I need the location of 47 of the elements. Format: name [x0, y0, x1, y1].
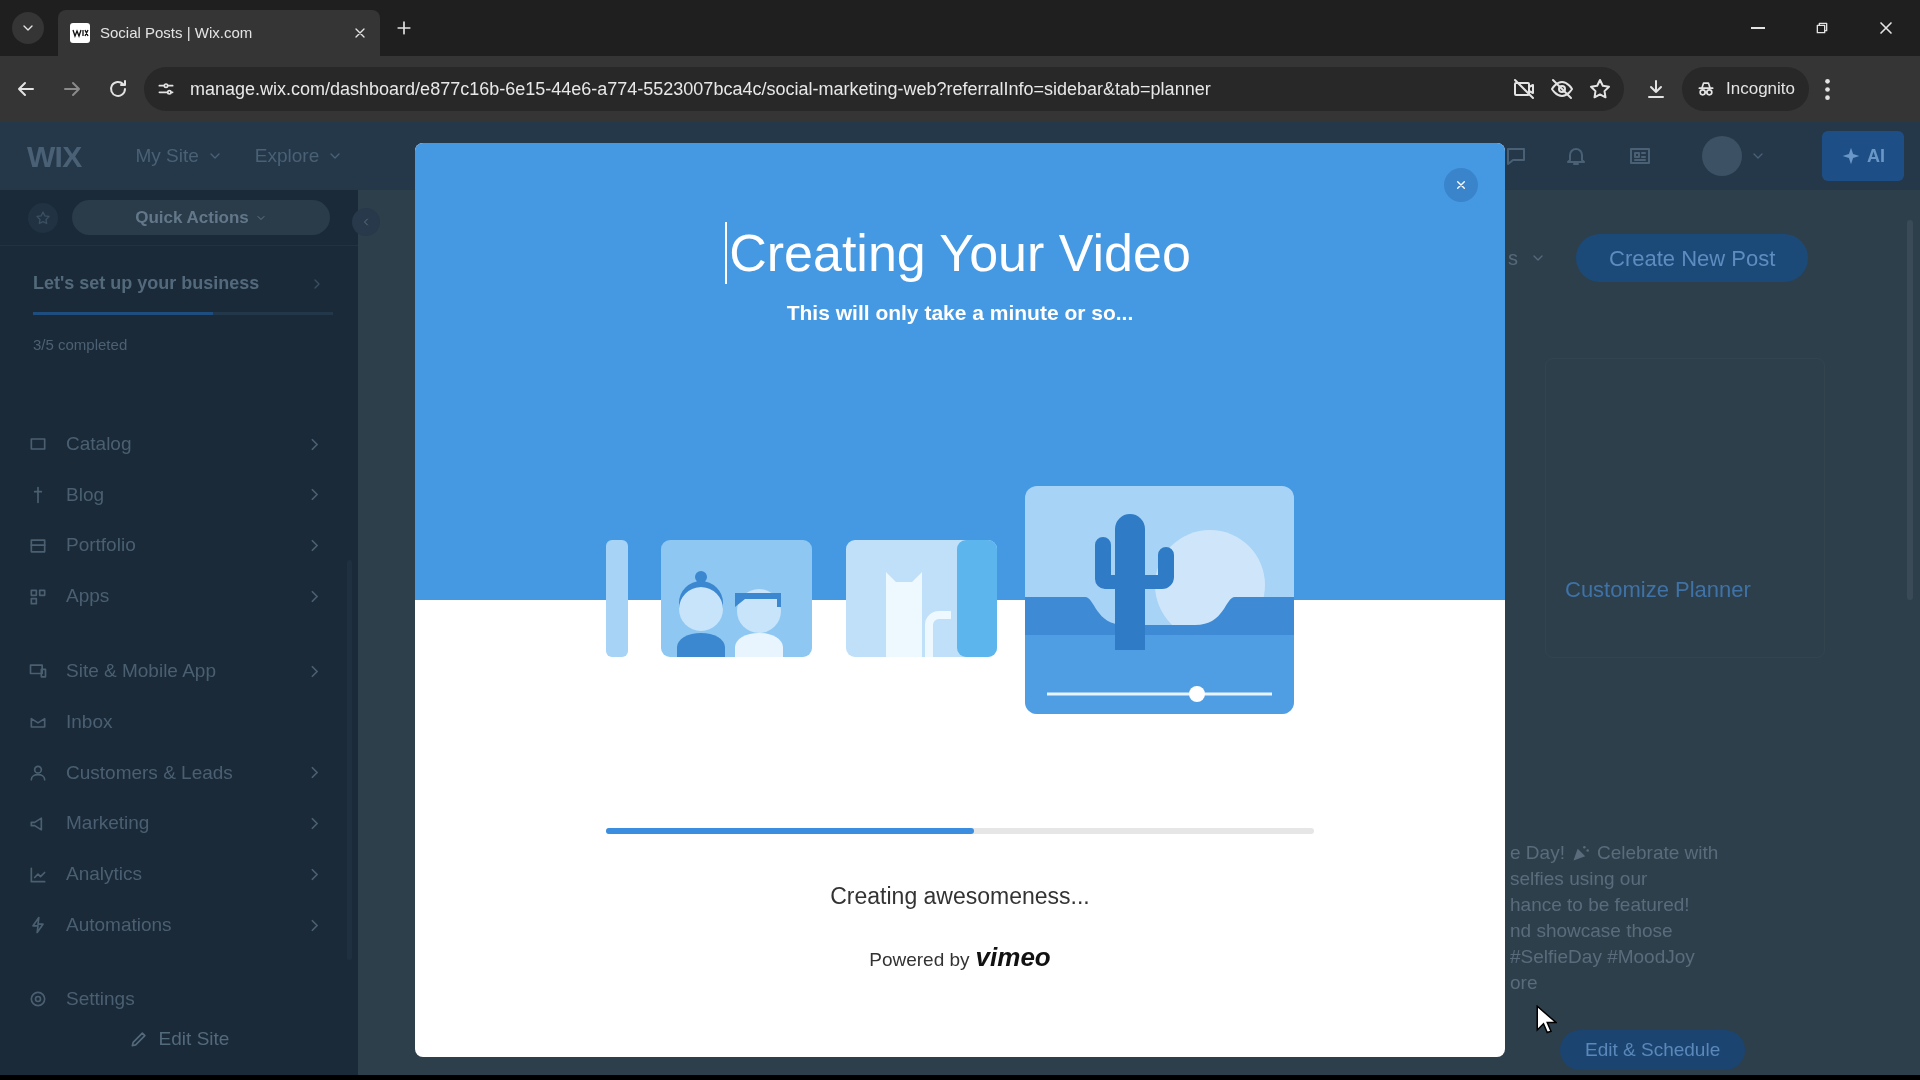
sidebar-item[interactable]: Analytics: [0, 849, 358, 900]
bookmark-button[interactable]: [1588, 77, 1612, 101]
sidebar-item[interactable]: Blog: [0, 469, 358, 521]
star-icon: [35, 209, 51, 226]
tab-list-button[interactable]: [12, 12, 44, 44]
sidebar-item[interactable]: Marketing: [0, 798, 358, 850]
vimeo-logo: vimeo: [975, 941, 1051, 974]
sidebar-item[interactable]: Site & Mobile App: [0, 645, 358, 697]
setup-progress-text: 3/5 completed: [33, 335, 129, 356]
customize-planner-link[interactable]: Customize Planner: [1565, 573, 1751, 606]
avatar: [1702, 136, 1742, 176]
quick-actions-button[interactable]: Quick Actions: [72, 200, 330, 236]
sparkle-icon: [1841, 146, 1861, 166]
sidebar-item[interactable]: Customers & Leads: [0, 747, 358, 799]
status-text: Creating awesomeness...: [830, 882, 1090, 911]
camera-off-button[interactable]: [1512, 77, 1536, 101]
setup-link[interactable]: Let's set up your business: [33, 270, 325, 298]
edit-schedule-button[interactable]: Edit & Schedule: [1560, 1030, 1746, 1070]
address-bar[interactable]: manage.wix.com/dashboard/e877c16b-6e15-44e6-a774-5523007bca4c/social-marketing-web?referralInfo=sidebar&tab=planner: [144, 67, 1624, 111]
star-icon: [1588, 77, 1612, 101]
tab-title: Social Posts | Wix.com: [100, 22, 254, 43]
kebab-menu-icon: [1825, 78, 1830, 100]
powered-by-text: Powered by: [869, 948, 970, 972]
create-new-post-button[interactable]: Create New Post: [1576, 234, 1809, 282]
sidebar-item[interactable]: Inbox: [0, 696, 358, 748]
mouse-pointer-icon: [1535, 1005, 1557, 1035]
modal-title: Creating Your Video: [729, 223, 1191, 284]
text-cursor: [725, 222, 728, 284]
url-text: manage.wix.com/dashboard/e877c16b-6e15-44e6-a774-5523007bca4c/social-marketing-web?referralInfo=sidebar&tab=planner: [190, 77, 1212, 101]
modal-subtitle: This will only take a minute or so...: [786, 300, 1134, 326]
favicon-icon: [70, 23, 90, 43]
browser-menu-button[interactable]: [1825, 78, 1830, 100]
restore-icon: [1814, 20, 1830, 36]
minimize-icon: [1751, 27, 1765, 29]
tracking-off-button[interactable]: [1550, 77, 1574, 101]
sidebar-item[interactable]: Apps: [0, 571, 358, 622]
edit-site-button[interactable]: Edit Site: [128, 1024, 230, 1053]
eye-off-icon: [1550, 77, 1574, 101]
sidebar-item[interactable]: Automations: [0, 899, 358, 951]
sidebar-item[interactable]: Portfolio: [0, 520, 358, 572]
sidebar-item[interactable]: Settings: [0, 973, 358, 1025]
incognito-button[interactable]: Incognito: [1682, 67, 1809, 111]
sidebar-item[interactable]: Catalog: [0, 418, 358, 470]
incognito-icon: [1696, 79, 1716, 99]
browser-tab[interactable]: Social Posts | Wix.com: [58, 10, 380, 56]
camera-off-icon: [1512, 77, 1536, 101]
ai-button[interactable]: AI: [1822, 131, 1904, 181]
